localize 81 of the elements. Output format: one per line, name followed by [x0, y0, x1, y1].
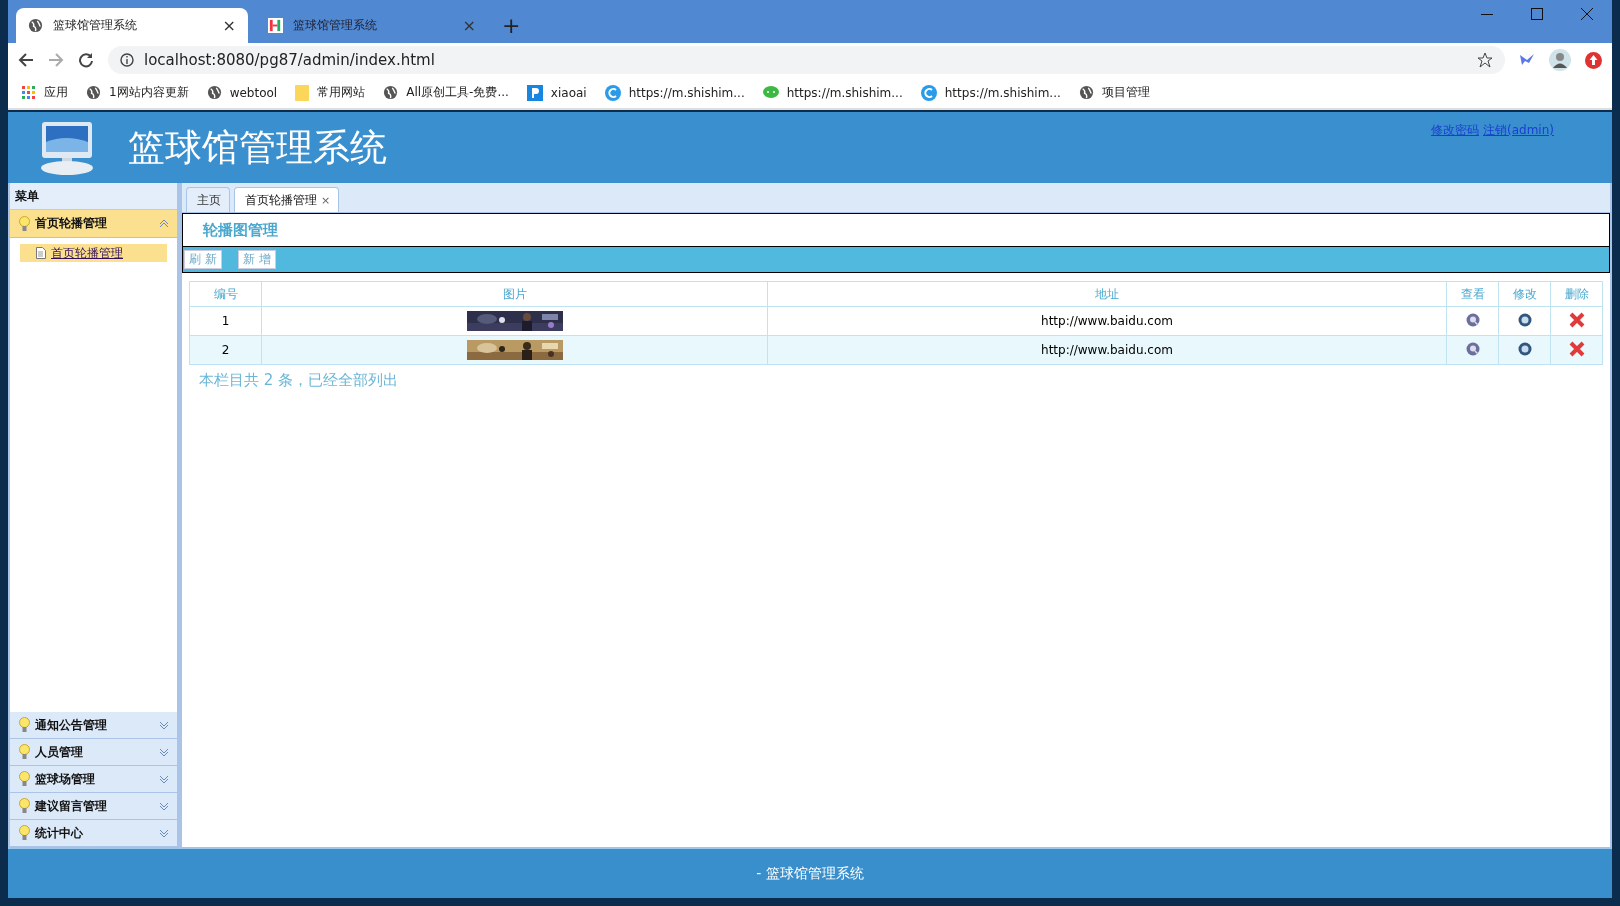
table-cell: http://www.baidu.com — [767, 306, 1447, 336]
column-header: 查看 — [1446, 281, 1499, 307]
site-logo-icon — [268, 18, 283, 33]
bulb-icon — [19, 215, 30, 232]
back-icon[interactable] — [18, 52, 34, 68]
close-tab-button[interactable]: × — [222, 16, 236, 35]
bookmark[interactable]: https://m.shishim... — [920, 84, 1061, 101]
p-logo-icon — [526, 84, 543, 101]
table-cell: 2 — [189, 335, 262, 365]
bulb-icon — [19, 717, 30, 733]
globe-icon — [86, 85, 101, 100]
delete-icon[interactable] — [1568, 340, 1585, 357]
bookmark[interactable]: 应用 — [22, 84, 68, 101]
expand-icon — [159, 747, 169, 757]
avatar-icon[interactable] — [1549, 49, 1571, 71]
bulb-icon — [19, 771, 30, 787]
bookmark[interactable]: 1网站内容更新 — [86, 84, 189, 101]
address-bar[interactable]: localhost:8080/pg87/admin/index.html — [108, 46, 1505, 74]
page-tab[interactable]: 主页 — [186, 187, 230, 212]
summary-text: 本栏目共 2 条，已经全部列出 — [199, 371, 400, 390]
edit-icon[interactable] — [1517, 341, 1532, 356]
expand-icon — [159, 801, 169, 811]
bookmark[interactable]: https://m.shishim... — [604, 84, 745, 101]
column-header: 删除 — [1550, 281, 1603, 307]
folder-icon — [295, 84, 310, 101]
update-icon[interactable] — [1585, 51, 1602, 69]
expand-icon — [159, 828, 169, 838]
view-icon[interactable] — [1465, 341, 1480, 356]
bulb-icon — [19, 744, 30, 760]
bookmark[interactable]: 项目管理 — [1078, 84, 1150, 101]
column-header: 地址 — [767, 281, 1447, 307]
menu-group-header[interactable]: 通知公告管理 — [10, 712, 177, 739]
menu-group-header[interactable]: 建议留言管理 — [10, 793, 177, 820]
chat-icon — [762, 85, 779, 100]
star-icon[interactable] — [1477, 52, 1493, 68]
bookmark[interactable]: All原创工具-免费... — [383, 84, 509, 101]
page-tab[interactable]: 首页轮播管理 × — [234, 187, 340, 212]
menu-title: 菜单 — [10, 183, 177, 210]
menu-group-header[interactable]: 篮球场管理 — [10, 766, 177, 793]
maximize-icon[interactable] — [1531, 8, 1543, 20]
edit-icon[interactable] — [1517, 312, 1532, 327]
table-cell: 1 — [189, 306, 262, 336]
bookmark[interactable]: 常用网站 — [295, 84, 366, 101]
menu-group-header[interactable]: 人员管理 — [10, 739, 177, 766]
page-icon — [36, 247, 46, 259]
c-logo-icon — [920, 84, 937, 101]
expand-icon — [159, 774, 169, 784]
menu-group-header[interactable]: 首页轮播管理 — [10, 210, 177, 238]
globe-icon — [206, 85, 222, 100]
close-tab-button[interactable]: × — [321, 193, 331, 207]
column-header: 修改 — [1498, 281, 1551, 307]
c-logo-icon — [604, 84, 621, 101]
panel-title: 轮播图管理 — [203, 220, 278, 240]
footer-text: - 篮球馆管理系统 — [756, 864, 864, 883]
bulb-icon — [19, 825, 30, 841]
globe-icon — [383, 85, 399, 100]
bookmark[interactable]: webtool — [206, 85, 278, 100]
collapse-icon — [159, 219, 169, 228]
globe-icon — [28, 18, 43, 33]
table-cell: http://www.baidu.com — [767, 335, 1447, 365]
monitor-icon — [38, 119, 96, 176]
browser-tab[interactable]: 篮球馆管理系统 × — [16, 8, 248, 43]
menu-item[interactable]: 首页轮播管理 — [20, 244, 167, 262]
apps-icon — [22, 85, 36, 100]
bookmark[interactable]: xiaoai — [526, 84, 587, 101]
column-header: 图片 — [261, 281, 768, 307]
close-tab-button[interactable]: × — [462, 16, 476, 35]
column-header: 编号 — [189, 281, 262, 307]
reload-icon[interactable] — [78, 52, 94, 68]
new-tab-button[interactable]: + — [502, 15, 521, 37]
delete-icon[interactable] — [1568, 311, 1585, 328]
menu-group-header[interactable]: 统计中心 — [10, 820, 177, 847]
browser-tab[interactable]: 篮球馆管理系统 × — [256, 8, 488, 43]
expand-icon — [159, 720, 169, 730]
app-title: 篮球馆管理系统 — [128, 124, 387, 171]
close-icon[interactable] — [1581, 8, 1593, 20]
bookmark[interactable]: https://m.shishim... — [762, 85, 903, 100]
globe-icon — [1078, 85, 1094, 100]
bulb-icon — [19, 798, 30, 814]
info-icon — [120, 53, 134, 67]
view-icon[interactable] — [1465, 312, 1480, 327]
